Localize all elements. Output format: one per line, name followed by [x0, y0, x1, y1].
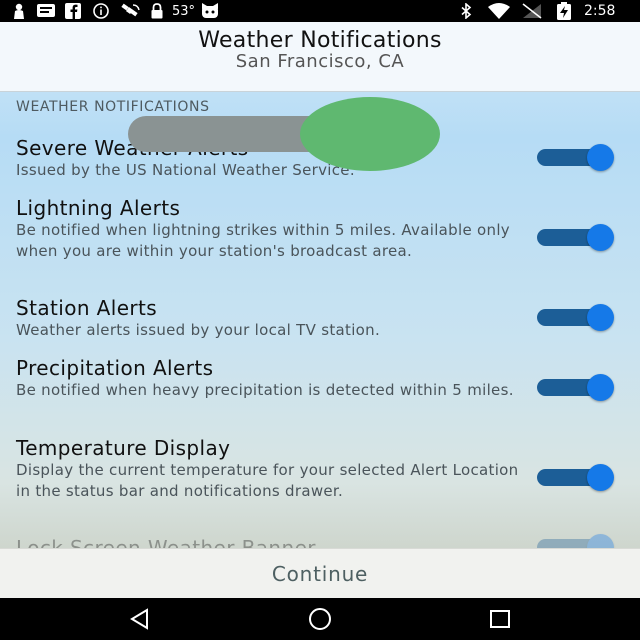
severe-weather-toggle[interactable]	[537, 144, 625, 171]
setting-title: Lightning Alerts	[16, 196, 181, 220]
setting-description: Issued by the US National Weather Servic…	[16, 161, 355, 179]
section-label: WEATHER NOTIFICATIONS	[16, 99, 210, 115]
toggle-thumb	[587, 224, 614, 251]
setting-title: Temperature Display	[16, 436, 231, 460]
temperature-label: 53°	[172, 3, 196, 19]
person-icon	[12, 3, 26, 19]
facebook-icon	[64, 3, 82, 19]
status-bar: 53° 2:58	[0, 0, 640, 22]
back-icon[interactable]	[127, 606, 153, 632]
wifi-icon	[488, 3, 510, 19]
setting-title: Station Alerts	[16, 296, 158, 320]
setting-description: Weather alerts issued by your local TV s…	[16, 321, 381, 339]
continue-button[interactable]: Continue	[0, 548, 640, 598]
battery-charging-icon	[556, 2, 572, 20]
toggle-thumb	[587, 464, 614, 491]
temperature-display-toggle[interactable]	[537, 464, 625, 491]
toggle-thumb	[587, 144, 614, 171]
satellite-icon	[120, 3, 142, 19]
setting-title: Precipitation Alerts	[16, 356, 214, 380]
setting-description: Display the current temperature for your…	[16, 461, 519, 500]
navigation-bar	[0, 598, 640, 640]
green-overlay-circle	[300, 97, 440, 171]
setting-description: Be notified when lightning strikes withi…	[16, 221, 510, 260]
gray-overlay-pill	[128, 116, 328, 152]
weather-notifications-screen: Weather Notifications San Francisco, CA …	[0, 22, 640, 598]
info-icon	[92, 3, 110, 19]
header: Weather Notifications San Francisco, CA	[0, 22, 640, 92]
location-subtitle: San Francisco, CA	[235, 51, 405, 72]
page-title: Weather Notifications	[198, 28, 442, 53]
message-icon	[36, 3, 56, 19]
home-icon[interactable]	[307, 606, 333, 632]
weather-icon	[200, 3, 220, 19]
bluetooth-icon	[460, 3, 472, 19]
lightning-toggle[interactable]	[537, 224, 625, 251]
lock-icon	[150, 3, 164, 19]
recents-icon[interactable]	[487, 606, 513, 632]
clock: 2:58	[584, 3, 616, 19]
setting-description: Be notified when heavy precipitation is …	[16, 381, 514, 399]
station-toggle[interactable]	[537, 304, 625, 331]
no-signal-icon	[522, 3, 542, 19]
toggle-thumb	[587, 304, 614, 331]
toggle-thumb	[587, 374, 614, 401]
precipitation-toggle[interactable]	[537, 374, 625, 401]
